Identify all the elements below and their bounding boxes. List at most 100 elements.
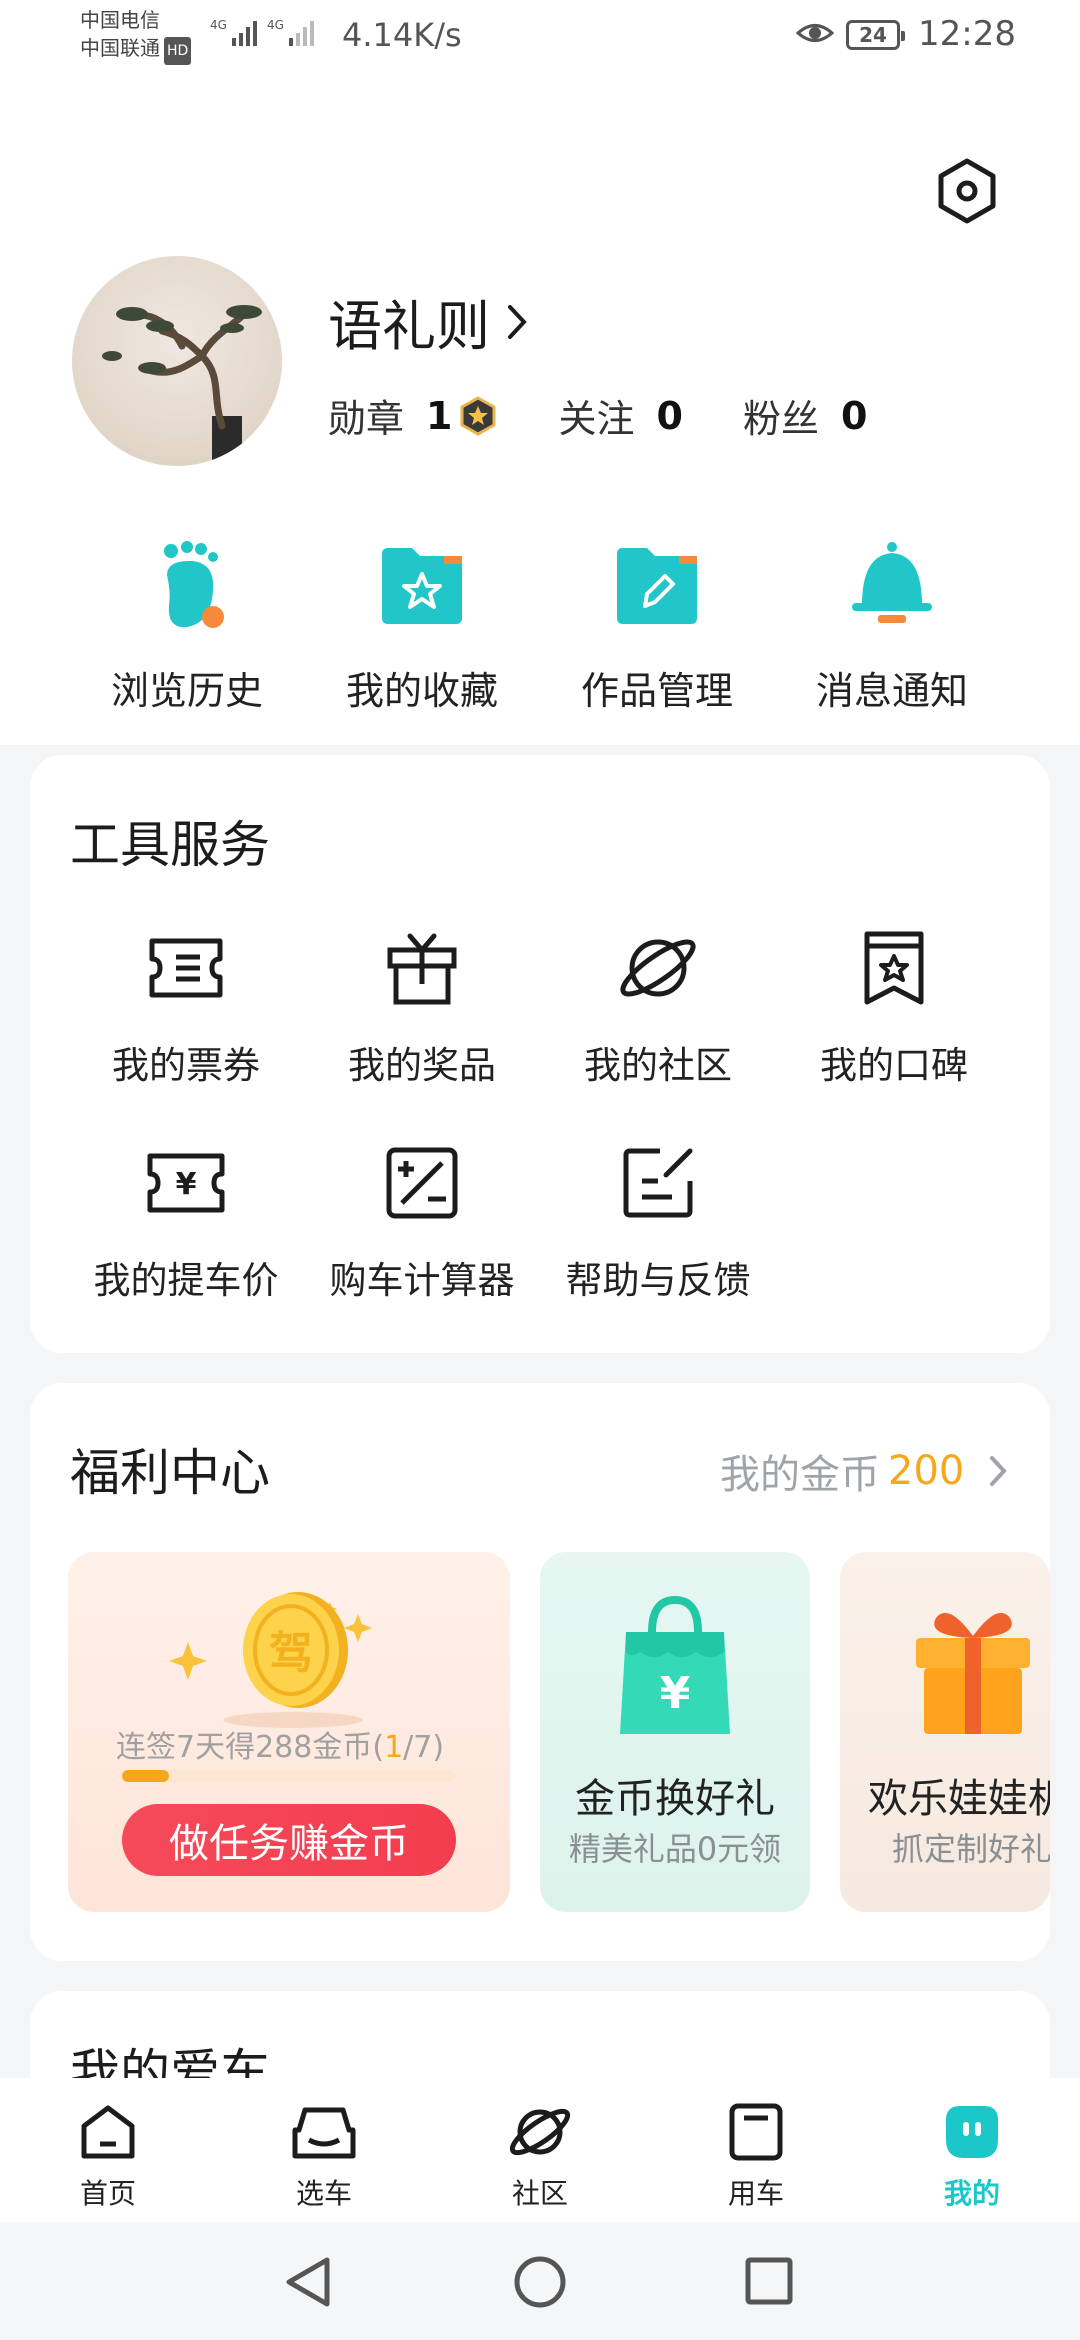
recent-apps-icon[interactable]: [744, 2256, 794, 2306]
quick-action-label: 作品管理: [580, 669, 733, 713]
quick-action-label: 消息通知: [815, 669, 968, 713]
fans-count: 0: [840, 393, 868, 438]
tool-label: 帮助与反馈: [565, 1259, 751, 1302]
username-link[interactable]: 语礼则: [328, 282, 528, 361]
tool-label: 购车计算器: [329, 1259, 515, 1302]
quick-notifications[interactable]: 消息通知: [772, 530, 1012, 715]
carrier-info: 中国电信 中国联通 HD: [80, 6, 192, 65]
my-coins-link[interactable]: 我的金币 200: [720, 1442, 1008, 1500]
profile-stats: 勋章 1 关注 0 粉丝 0: [328, 388, 927, 443]
follow-stat[interactable]: 关注 0: [558, 388, 682, 443]
follow-label: 关注: [558, 397, 635, 441]
checkin-progress-bar: [122, 1770, 456, 1782]
quick-browse-history[interactable]: 浏览历史: [67, 530, 307, 715]
network-type-1: 4G: [210, 18, 227, 32]
fans-stat[interactable]: 粉丝 0: [743, 388, 867, 443]
carrier-1: 中国电信: [80, 8, 160, 32]
tool-tickets[interactable]: 我的票券: [68, 923, 304, 1089]
system-nav-bar: [0, 2222, 1080, 2340]
signal-icons: 4G 4G: [210, 18, 314, 46]
tool-pickup-price[interactable]: ¥ 我的提车价: [68, 1138, 304, 1304]
tool-feedback[interactable]: 帮助与反馈: [540, 1138, 776, 1304]
back-icon[interactable]: [283, 2254, 333, 2310]
bookmark-star-icon: [776, 923, 1012, 1013]
nav-label: 选车: [295, 2177, 352, 2210]
claw-title: 欢乐娃娃机: [868, 1776, 1050, 1822]
medal-stat[interactable]: 勋章 1: [328, 388, 498, 443]
gift-icon: [304, 923, 540, 1013]
status-bar: 中国电信 中国联通 HD 4G 4G 4.14K/s 24 12:28: [0, 0, 1080, 75]
follow-count: 0: [656, 393, 683, 438]
quick-action-label: 浏览历史: [110, 669, 263, 713]
network-speed: 4.14K/s: [342, 16, 462, 54]
nav-choose-car[interactable]: 选车: [216, 2078, 432, 2222]
star-folder-icon: [302, 530, 542, 640]
footprint-icon: [67, 530, 307, 640]
tool-label: 我的奖品: [348, 1044, 496, 1087]
planet-icon: [509, 2108, 571, 2156]
carrier-2: 中国联通: [80, 36, 160, 60]
checkin-progress-fill: [122, 1770, 169, 1782]
car-box-icon: [729, 2103, 783, 2161]
battery-icon: 24: [846, 20, 905, 50]
signal-1-icon: 4G: [210, 18, 257, 46]
nav-label: 我的: [943, 2177, 1000, 2210]
medal-count: 1: [426, 393, 453, 438]
quick-works-management[interactable]: 作品管理: [537, 530, 777, 715]
bell-icon: [772, 530, 1012, 640]
exchange-title: 金币换好礼: [575, 1776, 775, 1822]
checkin-prefix: 连签7天得288金币(: [116, 1730, 385, 1765]
tool-reviews[interactable]: 我的口碑: [776, 923, 1012, 1089]
nav-label: 用车: [727, 2177, 784, 2210]
claw-machine-tile[interactable]: 欢乐娃娃机 抓定制好礼: [840, 1552, 1050, 1912]
car-front-icon: [292, 2107, 356, 2159]
tool-label: 我的社区: [584, 1044, 732, 1087]
battery-level: 24: [859, 23, 887, 47]
claw-subtitle: 抓定制好礼: [892, 1830, 1050, 1868]
hd-badge: HD: [164, 37, 192, 65]
feedback-icon: [540, 1138, 776, 1228]
clock: 12:28: [918, 14, 1016, 54]
home-circle-icon[interactable]: [513, 2255, 567, 2309]
svg-text:¥: ¥: [176, 1167, 197, 1202]
calculator-icon: [304, 1138, 540, 1228]
nav-use-car[interactable]: 用车: [648, 2078, 864, 2222]
bottom-nav: 首页 选车 社区 用车 我的: [0, 2078, 1080, 2222]
nav-mine[interactable]: 我的: [864, 2078, 1080, 2222]
username: 语礼则: [328, 295, 490, 358]
bag-glyph: ¥: [660, 1668, 691, 1719]
tools-title: 工具服务: [70, 816, 270, 874]
yuan-ticket-icon: ¥: [68, 1138, 304, 1228]
eye-comfort-icon: [795, 18, 835, 56]
nav-label: 首页: [79, 2177, 136, 2210]
nav-label: 社区: [511, 2177, 568, 2210]
tool-label: 我的口碑: [820, 1044, 968, 1087]
tool-community[interactable]: 我的社区: [540, 923, 776, 1089]
mine-face-icon: [946, 2106, 998, 2158]
checkin-progress: 1: [384, 1730, 404, 1765]
nav-home[interactable]: 首页: [0, 2078, 216, 2222]
planet-icon: [540, 923, 776, 1013]
quick-action-label: 我的收藏: [345, 669, 498, 713]
tool-label: 我的票券: [112, 1044, 260, 1087]
chevron-right-icon: [990, 1456, 1008, 1486]
avatar[interactable]: [72, 256, 282, 466]
fans-label: 粉丝: [742, 397, 819, 441]
edit-folder-icon: [537, 530, 777, 640]
gift-box-icon: [916, 1612, 1030, 1734]
nav-community[interactable]: 社区: [432, 2078, 648, 2222]
coin-glyph: 驾: [269, 1628, 313, 1679]
welfare-title: 福利中心: [70, 1444, 270, 1502]
settings-icon[interactable]: [932, 156, 1002, 226]
signal-2-icon: 4G: [267, 18, 314, 46]
earn-coins-button[interactable]: 做任务赚金币: [122, 1804, 456, 1876]
quick-favorites[interactable]: 我的收藏: [302, 530, 542, 715]
checkin-text: 连签7天得288金币(1/7): [116, 1722, 444, 1766]
checkin-suffix: /7): [403, 1730, 445, 1765]
exchange-gifts-tile[interactable]: ¥ 金币换好礼 精美礼品0元领: [540, 1552, 810, 1912]
chevron-right-icon: [508, 304, 527, 339]
tool-prizes[interactable]: 我的奖品: [304, 923, 540, 1089]
tool-calculator[interactable]: 购车计算器: [304, 1138, 540, 1304]
ticket-icon: [68, 923, 304, 1013]
checkin-tile[interactable]: 驾 连签7天得288金币(1/7) 做任务赚金币: [68, 1552, 510, 1912]
